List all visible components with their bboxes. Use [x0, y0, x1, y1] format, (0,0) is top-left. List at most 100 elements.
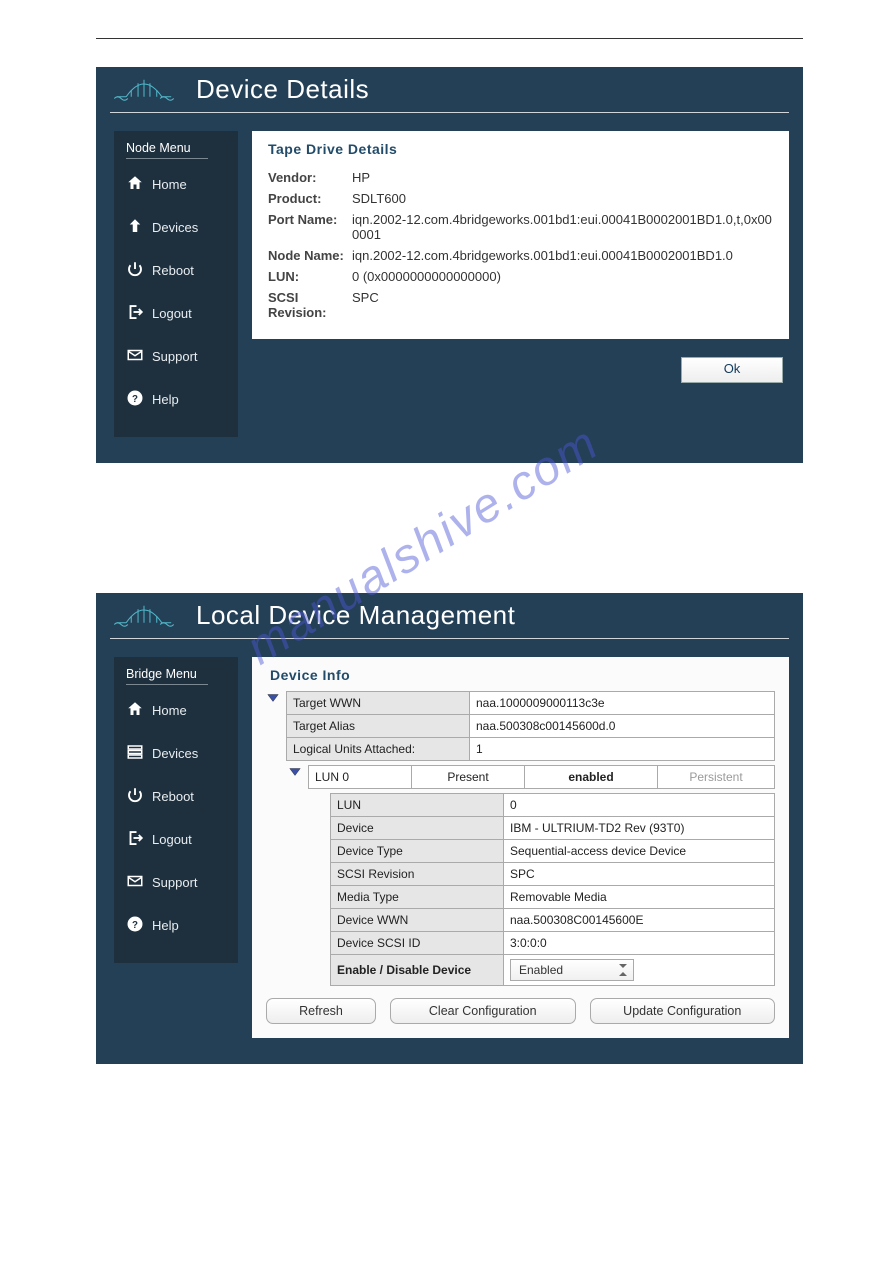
- lun-header-lun: LUN 0: [309, 766, 412, 789]
- bridge-logo-icon: [114, 73, 174, 112]
- sidebar-item-label: Home: [152, 703, 187, 718]
- sidebar-item-label: Support: [152, 875, 198, 890]
- bridge-logo-icon: [114, 599, 174, 638]
- product-value: SDLT600: [352, 191, 773, 206]
- sidebar-item-label: Support: [152, 349, 198, 364]
- sidebar-item-label: Home: [152, 177, 187, 192]
- target-alias-label: Target Alias: [287, 715, 470, 738]
- help-icon: ?: [126, 389, 144, 410]
- collapse-toggle-icon[interactable]: [266, 691, 280, 710]
- devicetype-v: Sequential-access device Device: [504, 840, 775, 863]
- lun-detail-table: LUN0 DeviceIBM - ULTRIUM-TD2 Rev (93T0) …: [330, 793, 775, 986]
- scsirevision-value: SPC: [352, 290, 773, 320]
- envelope-icon: [126, 346, 144, 367]
- target-table: Target WWNnaa.1000009000113c3e Target Al…: [286, 691, 775, 761]
- home-icon: [126, 174, 144, 195]
- power-icon: [126, 260, 144, 281]
- sidebar-item-label: Help: [152, 392, 179, 407]
- sidebar-item-support[interactable]: Support: [114, 861, 238, 904]
- target-wwn-value: naa.1000009000113c3e: [470, 692, 775, 715]
- card-title: Device Info: [270, 667, 775, 683]
- devicewwn-k: Device WWN: [331, 909, 504, 932]
- sidebar-title: Bridge Menu: [126, 667, 208, 685]
- sidebar-item-devices[interactable]: Devices: [114, 206, 238, 249]
- sidebar-item-logout[interactable]: Logout: [114, 292, 238, 335]
- scsirevision-label: SCSI Revision:: [268, 290, 346, 320]
- mediatype-k: Media Type: [331, 886, 504, 909]
- arrow-up-icon: [126, 217, 144, 238]
- sidebar-item-reboot[interactable]: Reboot: [114, 249, 238, 292]
- power-icon: [126, 786, 144, 807]
- lun-label: LUN:: [268, 269, 346, 284]
- lun-header: LUN 0 Present enabled Persistent: [308, 765, 775, 789]
- sidebar-item-reboot[interactable]: Reboot: [114, 775, 238, 818]
- sidebar-item-label: Logout: [152, 832, 192, 847]
- portname-label: Port Name:: [268, 212, 346, 242]
- envelope-icon: [126, 872, 144, 893]
- devicescsiid-k: Device SCSI ID: [331, 932, 504, 955]
- home-icon: [126, 700, 144, 721]
- scsirev-k: SCSI Revision: [331, 863, 504, 886]
- devicewwn-v: naa.500308C00145600E: [504, 909, 775, 932]
- nodename-value: iqn.2002-12.com.4bridgeworks.001bd1:eui.…: [352, 248, 773, 263]
- lun-header-present: Present: [412, 766, 525, 789]
- svg-text:?: ?: [132, 394, 138, 405]
- sidebar-item-devices[interactable]: Devices: [114, 732, 238, 775]
- refresh-button[interactable]: Refresh: [266, 998, 376, 1024]
- sidebar-title: Node Menu: [126, 141, 208, 159]
- tape-drive-details-card: Tape Drive Details Vendor: HP Product: SDL…: [252, 131, 789, 339]
- sidebar-item-support[interactable]: Support: [114, 335, 238, 378]
- svg-text:?: ?: [132, 920, 138, 931]
- devicescsiid-v: 3:0:0:0: [504, 932, 775, 955]
- help-icon: ?: [126, 915, 144, 936]
- lun-value: 0 (0x0000000000000000): [352, 269, 773, 284]
- server-icon: [126, 743, 144, 764]
- sidebar-item-help[interactable]: ? Help: [114, 904, 238, 947]
- device-info-card: Device Info Target WWNnaa.1000009000113c…: [252, 657, 789, 1038]
- page-title: Local Device Management: [196, 600, 515, 631]
- page-rule: [96, 38, 803, 39]
- vendor-label: Vendor:: [268, 170, 346, 185]
- devicetype-k: Device Type: [331, 840, 504, 863]
- logical-units-label: Logical Units Attached:: [287, 738, 470, 761]
- page-title: Device Details: [196, 74, 369, 105]
- sidebar-item-label: Reboot: [152, 263, 194, 278]
- panel-header: Local Device Management: [96, 593, 803, 638]
- sidebar-item-label: Reboot: [152, 789, 194, 804]
- sidebar-item-help[interactable]: ? Help: [114, 378, 238, 421]
- device-details-panel: Device Details Node Menu Home Devices Re…: [96, 67, 803, 463]
- lun-header-persistent: Persistent: [658, 766, 775, 789]
- sidebar-item-label: Logout: [152, 306, 192, 321]
- product-label: Product:: [268, 191, 346, 206]
- card-title: Tape Drive Details: [268, 141, 773, 157]
- sidebar-item-label: Devices: [152, 746, 198, 761]
- enable-disable-select[interactable]: Enabled: [510, 959, 634, 981]
- target-alias-value: naa.500308c00145600d.0: [470, 715, 775, 738]
- bridge-menu-sidebar: Bridge Menu Home Devices Reboot Logout: [114, 657, 238, 963]
- ok-button[interactable]: Ok: [681, 357, 783, 383]
- sidebar-item-home[interactable]: Home: [114, 689, 238, 732]
- logout-icon: [126, 303, 144, 324]
- clear-configuration-button[interactable]: Clear Configuration: [390, 998, 576, 1024]
- vendor-value: HP: [352, 170, 773, 185]
- scsirev-v: SPC: [504, 863, 775, 886]
- sidebar-item-logout[interactable]: Logout: [114, 818, 238, 861]
- panel-header: Device Details: [96, 67, 803, 112]
- local-device-management-panel: Local Device Management Bridge Menu Home…: [96, 593, 803, 1064]
- device-v: IBM - ULTRIUM-TD2 Rev (93T0): [504, 817, 775, 840]
- mediatype-v: Removable Media: [504, 886, 775, 909]
- node-menu-sidebar: Node Menu Home Devices Reboot Logout: [114, 131, 238, 437]
- nodename-label: Node Name:: [268, 248, 346, 263]
- target-wwn-label: Target WWN: [287, 692, 470, 715]
- collapse-toggle-icon[interactable]: [288, 765, 302, 784]
- update-configuration-button[interactable]: Update Configuration: [590, 998, 776, 1024]
- lun-k: LUN: [331, 794, 504, 817]
- sidebar-item-home[interactable]: Home: [114, 163, 238, 206]
- enabledisable-k: Enable / Disable Device: [331, 955, 504, 986]
- sidebar-item-label: Help: [152, 918, 179, 933]
- sidebar-item-label: Devices: [152, 220, 198, 235]
- logical-units-value: 1: [470, 738, 775, 761]
- portname-value: iqn.2002-12.com.4bridgeworks.001bd1:eui.…: [352, 212, 773, 242]
- device-k: Device: [331, 817, 504, 840]
- lun-v: 0: [504, 794, 775, 817]
